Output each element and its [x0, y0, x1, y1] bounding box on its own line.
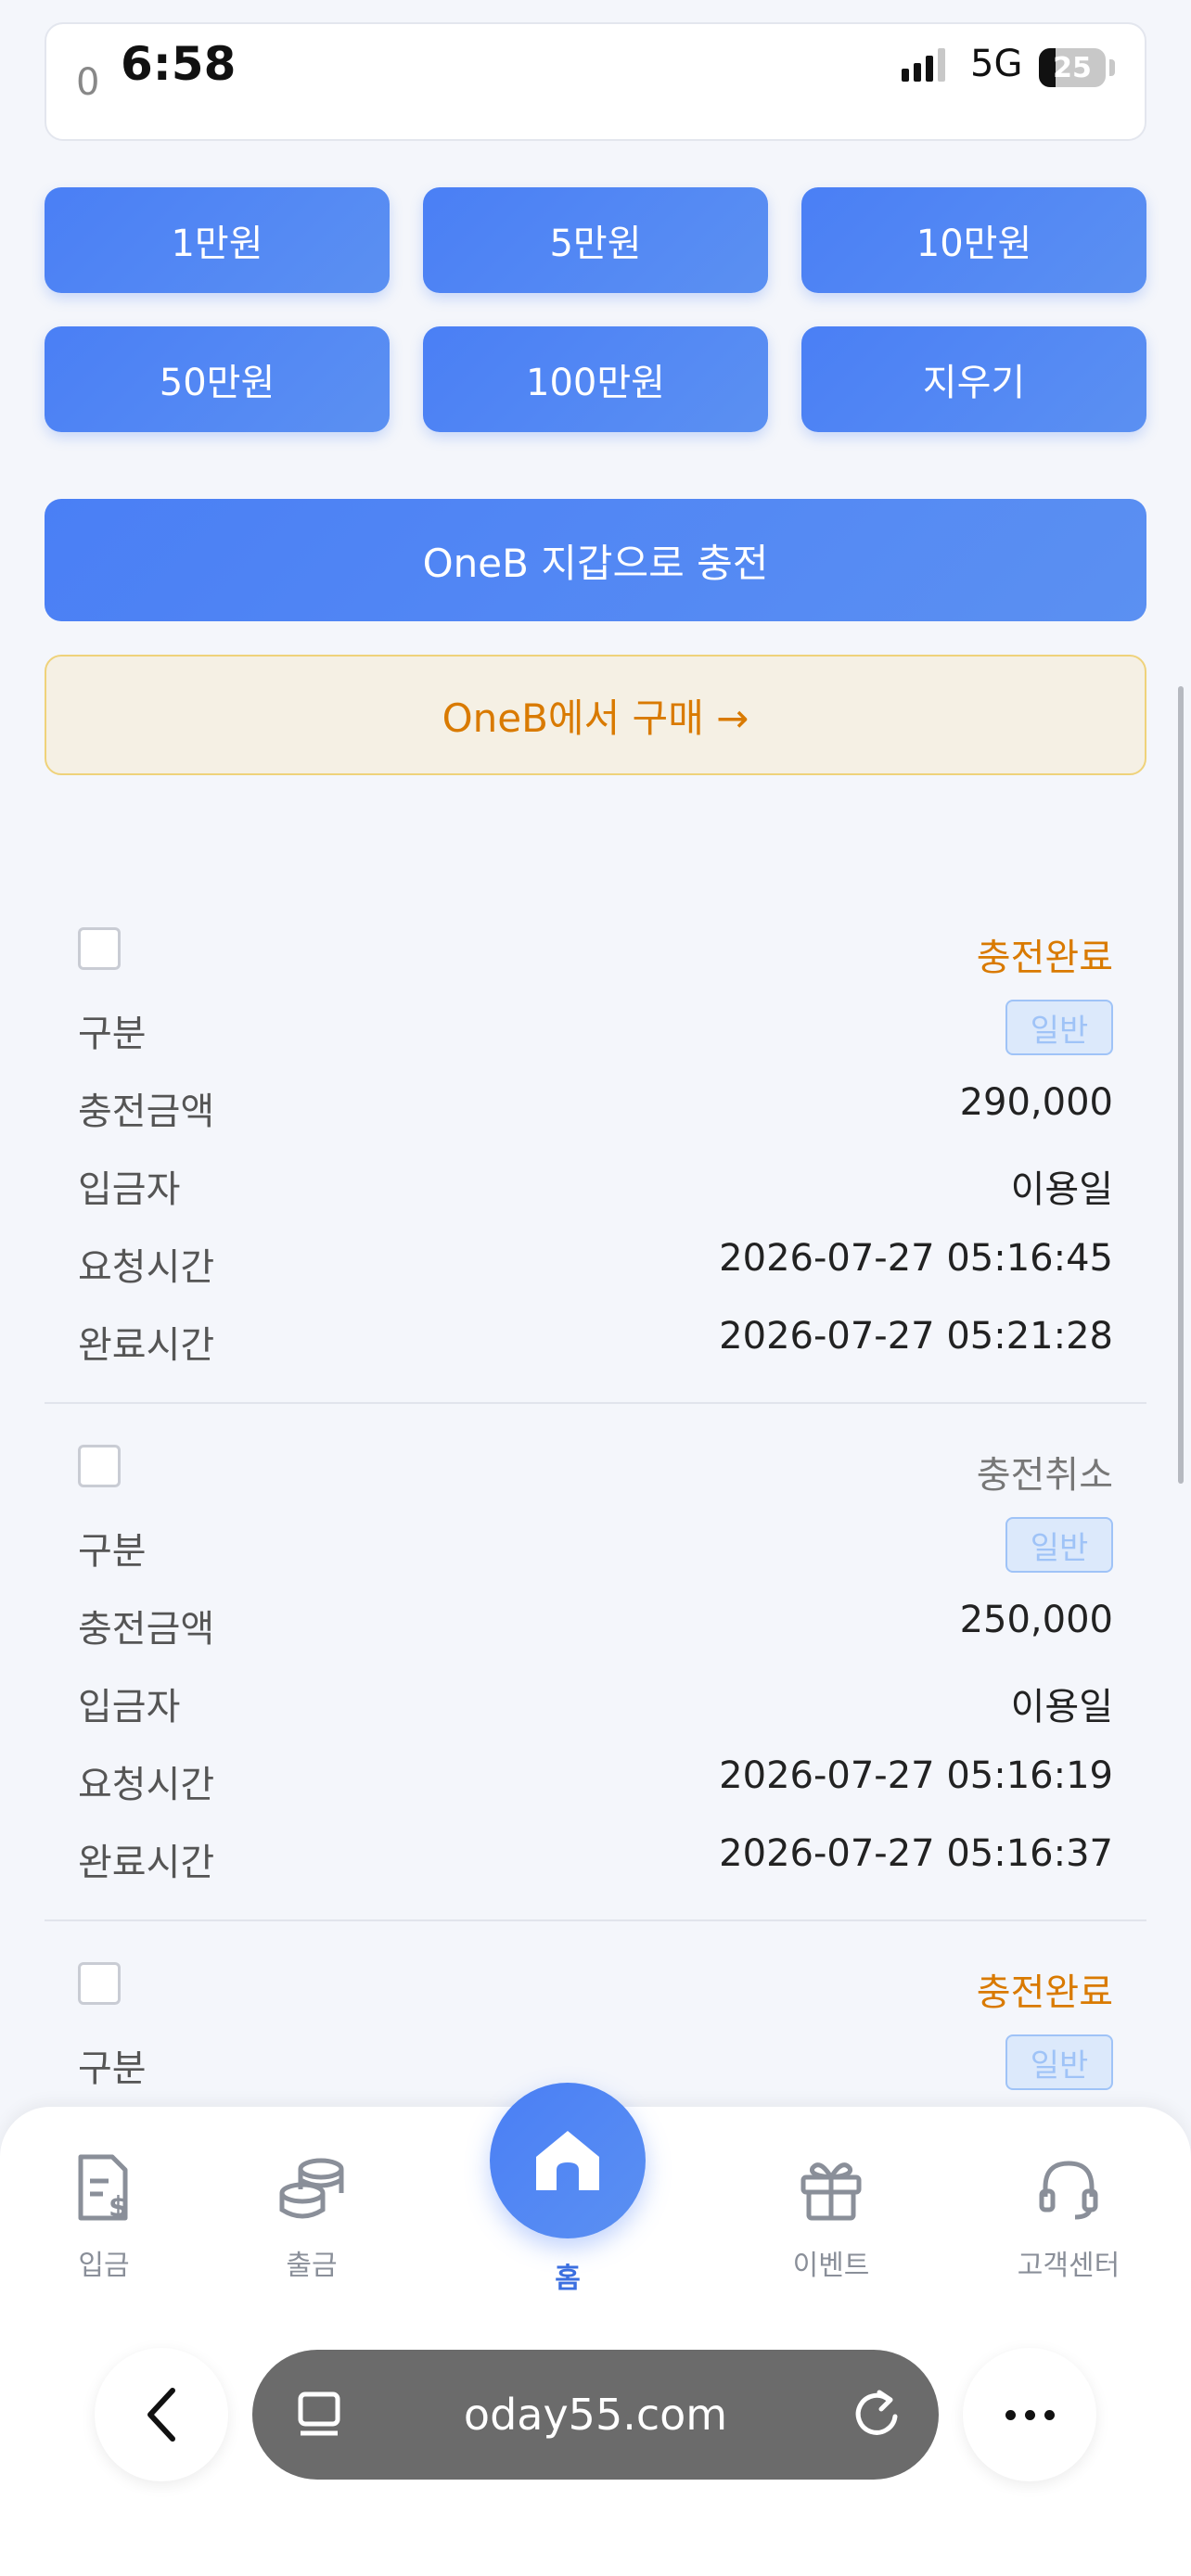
- signal-icon: [902, 48, 945, 82]
- type-label: 구분: [78, 1530, 147, 1573]
- type-label: 구분: [78, 1013, 147, 1055]
- charge-record: 충전완료 구분 일반 충전금액 290,000 입금자 이용일 요청시간 202…: [45, 909, 1146, 1409]
- clear-button[interactable]: 지우기: [801, 326, 1146, 432]
- depositor-label: 입금자: [78, 1168, 181, 1211]
- charge-record: 충전취소 구분 일반 충전금액 250,000 입금자 이용일 요청시간 202…: [45, 1426, 1146, 1927]
- divider: [45, 1919, 1146, 1921]
- browser-url: oday55.com: [463, 2390, 728, 2440]
- complete-time-value: 2026-07-27 05:21:28: [719, 1315, 1113, 1358]
- nav-event[interactable]: 이벤트: [738, 2151, 924, 2283]
- type-badge: 일반: [1005, 1000, 1113, 1055]
- amount-value: 290,000: [959, 1081, 1113, 1124]
- type-label: 구분: [78, 2047, 147, 2090]
- gift-icon: [738, 2151, 924, 2225]
- record-status: 충전완료: [976, 937, 1113, 979]
- nav-home-label: 홈: [555, 2263, 581, 2295]
- more-dot: [1044, 2409, 1055, 2420]
- nav-withdraw[interactable]: 출금: [219, 2151, 404, 2283]
- request-time-label: 요청시간: [78, 1764, 215, 1806]
- record-status: 충전취소: [976, 1454, 1113, 1497]
- browser-url-bar[interactable]: oday55.com: [252, 2350, 939, 2480]
- nav-support[interactable]: 고객센터: [976, 2151, 1161, 2283]
- request-time-value: 2026-07-27 05:16:19: [719, 1754, 1113, 1797]
- amount-chip-10k[interactable]: 1만원: [45, 187, 390, 293]
- nav-support-label: 고객센터: [1017, 2250, 1121, 2282]
- divider: [45, 1402, 1146, 1404]
- complete-time-value: 2026-07-27 05:16:37: [719, 1832, 1113, 1875]
- amount-label: 충전금액: [78, 1608, 215, 1651]
- nav-deposit[interactable]: $ 입금: [11, 2151, 197, 2283]
- depositor-value: 이용일: [1010, 1686, 1113, 1728]
- charge-wallet-button[interactable]: OneB 지갑으로 충전: [45, 499, 1146, 621]
- coins-icon: [219, 2151, 404, 2225]
- battery-tip: [1109, 59, 1115, 76]
- buy-oneb-button[interactable]: OneB에서 구매 →: [45, 655, 1146, 775]
- complete-time-label: 완료시간: [78, 1324, 215, 1367]
- amount-value: 0: [76, 61, 100, 104]
- record-checkbox[interactable]: [78, 927, 121, 970]
- browser-back-button[interactable]: [95, 2348, 228, 2481]
- record-checkbox[interactable]: [78, 1445, 121, 1487]
- more-dot: [1005, 2409, 1016, 2420]
- nav-withdraw-label: 출금: [286, 2250, 338, 2282]
- battery-icon: 25: [1039, 48, 1106, 87]
- nav-home[interactable]: [490, 2083, 646, 2238]
- request-time-label: 요청시간: [78, 1246, 215, 1289]
- battery-level: 25: [1053, 52, 1092, 84]
- scrollbar[interactable]: [1178, 686, 1184, 1484]
- svg-text:$: $: [109, 2191, 128, 2224]
- reload-icon[interactable]: [852, 2389, 902, 2441]
- more-dot: [1024, 2409, 1035, 2420]
- charge-record: 충전완료 구분 일반: [45, 1944, 1146, 2111]
- type-badge: 일반: [1005, 2034, 1113, 2090]
- amount-chip-50k[interactable]: 5만원: [423, 187, 768, 293]
- browser-more-button[interactable]: [963, 2348, 1096, 2481]
- network-label: 5G: [970, 43, 1023, 85]
- nav-event-label: 이벤트: [792, 2250, 870, 2282]
- headset-icon: [976, 2151, 1161, 2225]
- amount-chip-100k[interactable]: 10만원: [801, 187, 1146, 293]
- nav-deposit-label: 입금: [78, 2250, 130, 2282]
- type-badge: 일반: [1005, 1517, 1113, 1573]
- status-time: 6:58: [121, 37, 237, 91]
- amount-chip-1m[interactable]: 100만원: [423, 326, 768, 432]
- request-time-value: 2026-07-27 05:16:45: [719, 1237, 1113, 1280]
- depositor-label: 입금자: [78, 1686, 181, 1728]
- deposit-document-icon: $: [11, 2151, 197, 2225]
- home-icon: [536, 2131, 599, 2190]
- record-checkbox[interactable]: [78, 1962, 121, 2005]
- complete-time-label: 완료시간: [78, 1842, 215, 1884]
- chevron-left-icon: [147, 2388, 175, 2442]
- amount-value: 250,000: [959, 1599, 1113, 1641]
- amount-chip-500k[interactable]: 50만원: [45, 326, 390, 432]
- record-status: 충전완료: [976, 1971, 1113, 2014]
- depositor-value: 이용일: [1010, 1168, 1113, 1211]
- amount-label: 충전금액: [78, 1090, 215, 1133]
